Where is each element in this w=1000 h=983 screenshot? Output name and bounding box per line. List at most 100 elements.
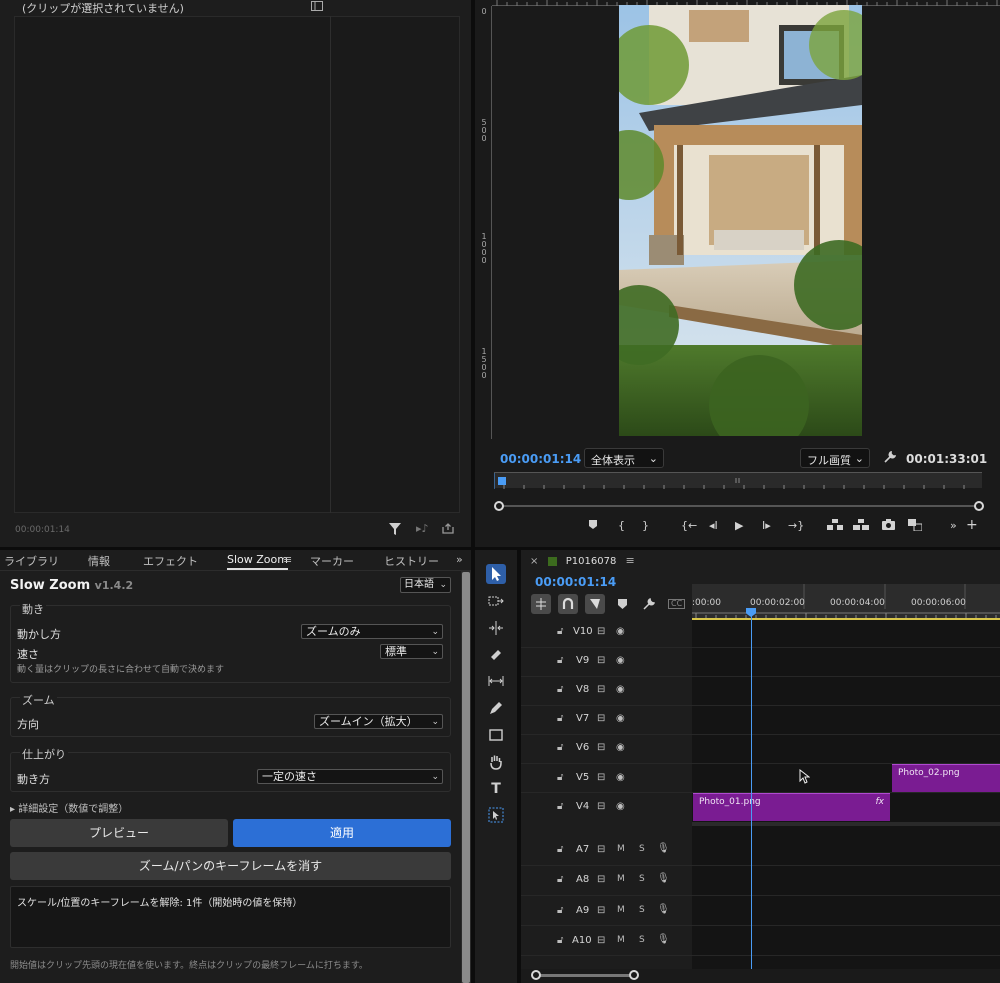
- solo-button[interactable]: S: [639, 844, 645, 854]
- sync-lock-icon[interactable]: ⊟: [597, 684, 605, 695]
- step-back-icon[interactable]: ◂I: [709, 519, 718, 532]
- export-frame-icon[interactable]: [882, 519, 895, 530]
- mute-button[interactable]: M: [617, 935, 625, 945]
- eye-icon[interactable]: ◉: [616, 684, 625, 695]
- lock-icon[interactable]: 🔓︎: [557, 905, 563, 916]
- sync-lock-icon[interactable]: ⊟: [597, 713, 605, 724]
- playback-resolution-dropdown[interactable]: フル画質 ⌄: [800, 448, 870, 468]
- hamburger-menu-icon[interactable]: ≡: [283, 553, 292, 566]
- easing-select[interactable]: 一定の速さ ⌄: [257, 769, 443, 784]
- sync-lock-icon[interactable]: ⊟: [597, 626, 605, 637]
- hand-tool-icon[interactable]: [486, 752, 506, 772]
- wrench-icon[interactable]: [643, 598, 655, 610]
- mute-button[interactable]: M: [617, 874, 625, 884]
- sync-lock-icon[interactable]: ⊟: [597, 844, 605, 855]
- step-forward-icon[interactable]: I▸: [762, 519, 771, 532]
- lock-icon[interactable]: 🔓︎: [557, 684, 563, 695]
- program-time-ruler[interactable]: [494, 472, 982, 489]
- timeline-scrollbar[interactable]: [521, 969, 1000, 983]
- tab-markers[interactable]: マーカー: [310, 553, 354, 569]
- sync-lock-icon[interactable]: ⊟: [597, 801, 605, 812]
- timeline-timecode[interactable]: 00:00:01:14: [535, 575, 616, 589]
- lock-icon[interactable]: 🔓︎: [557, 772, 563, 783]
- sync-lock-icon[interactable]: ⊟: [597, 655, 605, 666]
- lock-icon[interactable]: 🔓︎: [557, 935, 563, 946]
- sync-lock-icon[interactable]: ⊟: [597, 905, 605, 916]
- lift-icon[interactable]: [827, 519, 843, 530]
- scroll-handle-right[interactable]: [974, 501, 984, 511]
- program-zoom-scrollbar[interactable]: [494, 500, 984, 512]
- sync-lock-icon[interactable]: ⊟: [597, 874, 605, 885]
- microphone-icon[interactable]: 🎙︎: [657, 934, 670, 945]
- microphone-icon[interactable]: 🎙︎: [657, 843, 670, 854]
- eye-icon[interactable]: ◉: [616, 772, 625, 783]
- preview-button[interactable]: プレビュー: [10, 819, 228, 847]
- pen-tool-icon[interactable]: [486, 698, 506, 718]
- selection-tool-icon[interactable]: [486, 564, 506, 584]
- go-to-out-icon[interactable]: →}: [788, 519, 804, 532]
- close-icon[interactable]: ×: [530, 557, 538, 567]
- eye-icon[interactable]: ◉: [616, 713, 625, 724]
- zoom-direction-select[interactable]: ズームイン（拡大） ⌄: [314, 714, 443, 729]
- microphone-icon[interactable]: 🎙︎: [657, 904, 670, 915]
- snap-icon[interactable]: [558, 594, 578, 614]
- lock-icon[interactable]: 🔓︎: [557, 801, 563, 812]
- captions-icon[interactable]: CC: [668, 599, 686, 609]
- add-marker-icon[interactable]: [618, 599, 627, 609]
- insert-audio-icon[interactable]: ▸♪: [416, 523, 429, 534]
- solo-button[interactable]: S: [639, 874, 645, 884]
- rectangle-tool-icon[interactable]: [486, 725, 506, 745]
- razor-tool-icon[interactable]: [486, 645, 506, 665]
- eye-icon[interactable]: ◉: [616, 742, 625, 753]
- mute-button[interactable]: M: [617, 844, 625, 854]
- apply-button[interactable]: 適用: [233, 819, 451, 847]
- lock-icon[interactable]: 🔓︎: [557, 874, 563, 885]
- eye-icon[interactable]: ◉: [616, 626, 625, 637]
- sync-lock-icon[interactable]: ⊟: [597, 742, 605, 753]
- export-icon[interactable]: [442, 523, 454, 534]
- filter-icon[interactable]: [389, 523, 401, 535]
- lock-icon[interactable]: 🔓︎: [557, 655, 563, 666]
- sequence-tab[interactable]: × P1016078 ≡: [530, 555, 635, 567]
- panel-scrollbar-thumb[interactable]: [462, 572, 470, 983]
- solo-button[interactable]: S: [639, 905, 645, 915]
- lock-icon[interactable]: 🔓︎: [557, 713, 563, 724]
- track-select-tool-icon[interactable]: [486, 591, 506, 611]
- advanced-settings-toggle[interactable]: ▸ 詳細設定（数値で調整）: [10, 800, 128, 815]
- microphone-icon[interactable]: 🎙︎: [657, 873, 670, 884]
- timeline-clip-photo-01[interactable]: Photo_01.png fx: [693, 793, 890, 821]
- tab-library[interactable]: ライブラリ: [4, 553, 59, 569]
- eye-icon[interactable]: ◉: [616, 801, 625, 812]
- extract-icon[interactable]: [853, 519, 869, 530]
- lock-icon[interactable]: 🔓︎: [557, 626, 563, 637]
- out-point-icon[interactable]: }: [642, 519, 649, 532]
- tab-slow-zoom[interactable]: Slow Zoom: [227, 553, 288, 570]
- playhead-line[interactable]: [751, 608, 752, 970]
- play-icon[interactable]: ▶: [735, 519, 743, 532]
- scroll-handle-left[interactable]: [494, 501, 504, 511]
- linked-selection-icon[interactable]: [585, 594, 605, 614]
- panel-overflow-icon[interactable]: »: [456, 553, 463, 566]
- lock-icon[interactable]: 🔓︎: [557, 742, 563, 753]
- motion-method-select[interactable]: ズームのみ ⌄: [301, 624, 443, 639]
- language-select[interactable]: 日本語 ⌄: [400, 577, 451, 593]
- solo-button[interactable]: S: [639, 935, 645, 945]
- sync-lock-icon[interactable]: ⊟: [597, 935, 605, 946]
- in-point-icon[interactable]: {: [618, 519, 625, 532]
- program-current-timecode[interactable]: 00:00:01:14: [500, 452, 581, 466]
- hamburger-menu-icon[interactable]: ≡: [626, 555, 635, 566]
- scroll-handle-left[interactable]: [531, 970, 541, 980]
- tab-history[interactable]: ヒストリー: [384, 553, 439, 569]
- marker-icon[interactable]: [588, 519, 598, 530]
- motion-tool-icon[interactable]: [486, 805, 506, 825]
- sync-lock-icon[interactable]: ⊟: [597, 772, 605, 783]
- wrench-icon[interactable]: [883, 451, 896, 464]
- zoom-level-dropdown[interactable]: 全体表示 ⌄: [584, 448, 664, 468]
- tab-info[interactable]: 情報: [88, 553, 110, 569]
- type-tool-icon[interactable]: T: [486, 779, 506, 799]
- slip-tool-icon[interactable]: [486, 671, 506, 691]
- comparison-view-icon[interactable]: [908, 519, 922, 531]
- nest-sequence-icon[interactable]: [531, 594, 551, 614]
- ripple-edit-tool-icon[interactable]: [486, 618, 506, 638]
- go-to-in-icon[interactable]: {←: [681, 519, 697, 532]
